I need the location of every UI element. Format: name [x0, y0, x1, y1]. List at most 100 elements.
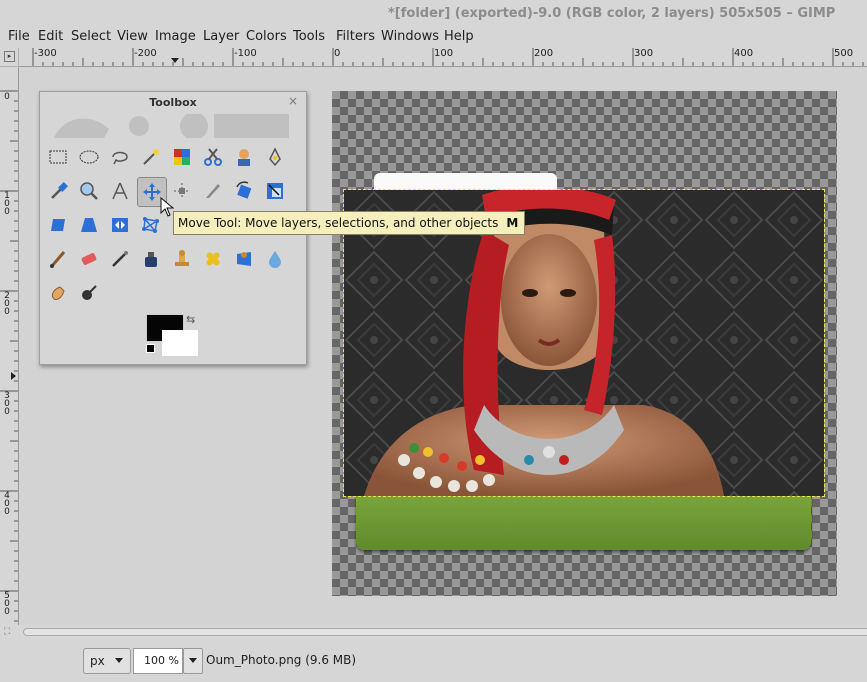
ruler-label: 400 [734, 48, 754, 59]
perspective-clone-icon [237, 252, 251, 266]
menu-help[interactable]: Help [444, 29, 474, 44]
wilber-logo [54, 114, 289, 138]
transform-tool[interactable] [199, 177, 227, 205]
vertical-ruler[interactable]: 0 1 0 0 2 0 0 3 0 0 4 0 0 5 0 0 [0, 67, 19, 625]
paintbrush-tool[interactable] [44, 245, 72, 273]
swap-colors-icon[interactable]: ⇆ [186, 313, 195, 326]
menu-select[interactable]: Select [71, 29, 111, 44]
ruler-label: 4 0 0 [4, 491, 10, 517]
select-by-color-tool[interactable] [168, 143, 196, 171]
perspective-icon [81, 218, 97, 232]
unit-select[interactable]: px [83, 648, 131, 674]
magic-wand-icon [143, 149, 159, 165]
perspective-tool[interactable] [75, 211, 103, 239]
ink-bottle-icon [145, 252, 157, 267]
menu-view[interactable]: View [117, 29, 148, 44]
smudge-tool[interactable] [44, 279, 72, 307]
stamp-icon [175, 250, 189, 266]
unit-value: px [90, 654, 105, 668]
quick-mask-toggle[interactable]: ▸ [0, 48, 19, 67]
zoom-icon [80, 182, 98, 200]
rect-select-icon [49, 150, 67, 164]
fuzzy-select-tool[interactable] [137, 143, 165, 171]
zoom-dropdown-button[interactable] [183, 648, 203, 674]
paths-tool[interactable] [261, 143, 289, 171]
ruler-label: 200 [534, 48, 554, 59]
tooltip-shortcut: M [506, 216, 519, 230]
ruler-label: 500 [834, 48, 854, 59]
rect-select-tool[interactable] [44, 143, 72, 171]
mouse-pointer-icon [160, 197, 174, 217]
ruler-label: 300 [634, 48, 654, 59]
compass-icon [112, 182, 128, 200]
eraser-tool[interactable] [75, 245, 103, 273]
smudge-icon [51, 286, 65, 300]
green-banner-shape [356, 495, 811, 550]
perspective-clone-tool[interactable] [230, 245, 258, 273]
default-colors-icon[interactable] [146, 344, 155, 353]
paintbrush-icon [50, 251, 66, 268]
ruler-label: 100 [434, 48, 454, 59]
menu-file[interactable]: File [8, 29, 30, 44]
blur-tool[interactable] [261, 245, 289, 273]
scrollbar-track[interactable] [23, 628, 867, 636]
align-icon [174, 183, 190, 199]
menu-bar: File Edit Select View Image Layer Colors… [0, 26, 867, 48]
menu-windows[interactable]: Windows [381, 29, 439, 44]
menu-colors[interactable]: Colors [246, 29, 287, 44]
scissors-icon [204, 148, 222, 166]
measure-tool[interactable] [106, 177, 134, 205]
horizontal-ruler[interactable]: -300 -200 -100 0 100 200 300 400 500 [19, 48, 867, 67]
eyedropper-icon [51, 182, 68, 199]
tooltip-text: Move Tool: Move layers, selections, and … [178, 216, 499, 230]
ruler-label: 2 0 0 [4, 291, 10, 317]
menu-edit[interactable]: Edit [38, 29, 63, 44]
dodge-burn-icon [82, 285, 97, 300]
ink-tool[interactable] [137, 245, 165, 273]
scale-icon [267, 183, 283, 199]
flip-tool[interactable] [106, 211, 134, 239]
airbrush-tool[interactable] [106, 245, 134, 273]
water-drop-icon [269, 251, 281, 268]
rotate-tool[interactable] [230, 177, 258, 205]
lasso-icon [112, 151, 128, 165]
close-icon[interactable]: × [288, 94, 298, 108]
foreground-select-tool[interactable] [230, 143, 258, 171]
toolbox-title: Toolbox [149, 96, 197, 109]
ruler-label: 5 0 0 [4, 591, 10, 617]
scissors-select-tool[interactable] [199, 143, 227, 171]
pen-path-icon [269, 147, 281, 167]
menu-filters[interactable]: Filters [336, 29, 375, 44]
clone-tool[interactable] [168, 245, 196, 273]
ruler-label: 0 [4, 92, 10, 102]
pointer-marker-icon [11, 372, 16, 380]
eraser-icon [81, 253, 97, 265]
shear-tool[interactable] [44, 211, 72, 239]
window-title: *[folder] (exported)-9.0 (RGB color, 2 l… [388, 6, 836, 21]
file-info-label: Oum_Photo.png (9.6 MB) [206, 653, 357, 667]
zoom-input[interactable]: 100 % [133, 648, 183, 674]
move-tool-tooltip: Move Tool: Move layers, selections, and … [173, 211, 526, 235]
dodge-burn-tool[interactable] [75, 279, 103, 307]
free-select-tool[interactable] [106, 143, 134, 171]
rotate-icon [236, 181, 252, 199]
title-bar: *[folder] (exported)-9.0 (RGB color, 2 l… [0, 0, 867, 26]
menu-tools[interactable]: Tools [293, 29, 325, 44]
ruler-label: 1 0 0 [4, 191, 10, 217]
ruler-label: 3 0 0 [4, 391, 10, 417]
background-color-swatch[interactable] [162, 330, 198, 356]
color-picker-tool[interactable] [44, 177, 72, 205]
navigate-icon[interactable]: ⛶ [4, 627, 10, 637]
heal-tool[interactable] [199, 245, 227, 273]
horizontal-scrollbar[interactable] [19, 626, 867, 638]
ellipse-select-icon [79, 150, 99, 164]
scale-tool[interactable] [261, 177, 289, 205]
menu-layer[interactable]: Layer [203, 29, 239, 44]
menu-image[interactable]: Image [155, 29, 196, 44]
bandage-icon [206, 252, 220, 266]
zoom-tool[interactable] [75, 177, 103, 205]
ruler-label: -300 [34, 48, 57, 59]
select-by-color-icon [174, 149, 190, 165]
ellipse-select-tool[interactable] [75, 143, 103, 171]
move-icon [143, 183, 161, 201]
